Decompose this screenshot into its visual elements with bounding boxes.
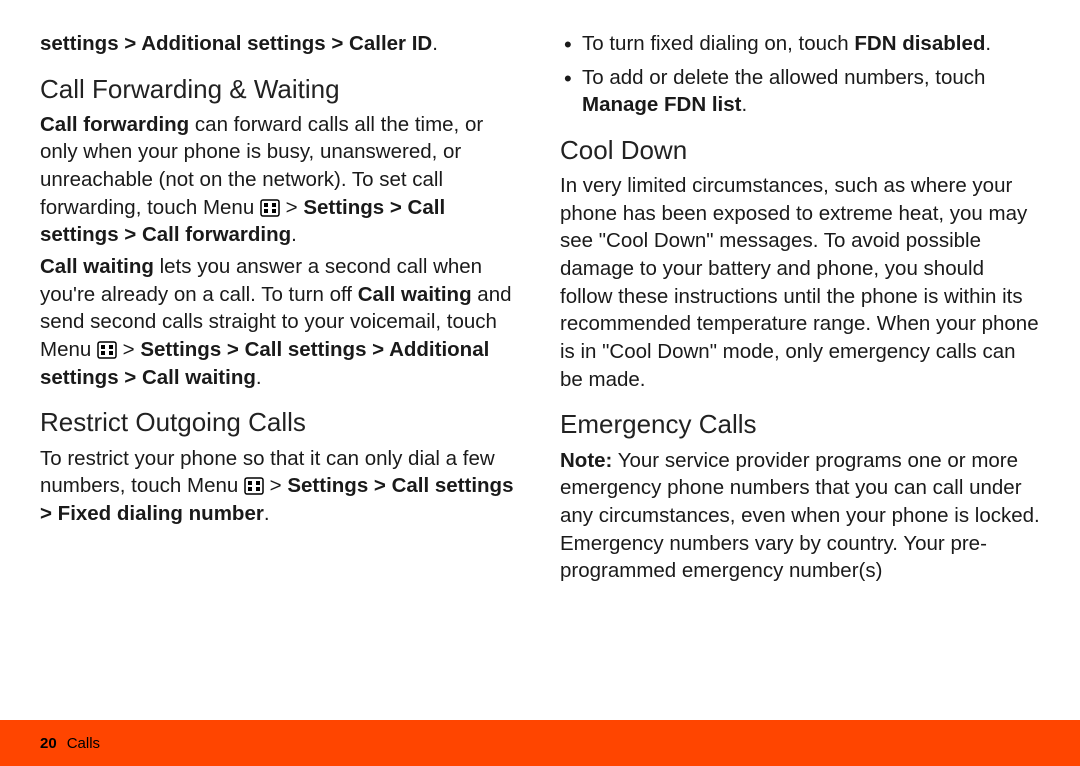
- heading-restrict-outgoing: Restrict Outgoing Calls: [40, 405, 520, 440]
- menu-icon: [260, 199, 280, 217]
- intro-bold: settings > Additional settings > Caller …: [40, 32, 432, 55]
- left-column: settings > Additional settings > Caller …: [40, 30, 520, 700]
- text: >: [280, 196, 303, 219]
- bullet-list-fdn: To turn fixed dialing on, touch FDN disa…: [560, 30, 1040, 119]
- text: To add or delete the allowed numbers, to…: [582, 66, 985, 89]
- para-emergency: Note: Your service provider programs one…: [560, 447, 1040, 585]
- list-item: To add or delete the allowed numbers, to…: [560, 64, 1040, 119]
- text: .: [291, 223, 297, 246]
- manual-page: settings > Additional settings > Caller …: [0, 0, 1080, 720]
- text: >: [117, 338, 140, 361]
- list-item: To turn fixed dialing on, touch FDN disa…: [560, 30, 1040, 58]
- text: .: [256, 366, 262, 389]
- bold-call-waiting-2: Call waiting: [358, 283, 472, 306]
- para-call-forwarding: Call forwarding can forward calls all th…: [40, 111, 520, 249]
- section-label: Calls: [67, 735, 100, 752]
- text: .: [741, 93, 747, 116]
- para-cool-down: In very limited circumstances, such as w…: [560, 172, 1040, 393]
- bold-manage-fdn: Manage FDN list: [582, 93, 741, 116]
- text: >: [264, 474, 287, 497]
- bold-note: Note:: [560, 449, 612, 472]
- menu-icon: [244, 477, 264, 495]
- heading-emergency-calls: Emergency Calls: [560, 407, 1040, 442]
- intro-text: settings > Additional settings > Caller …: [40, 30, 520, 58]
- para-restrict: To restrict your phone so that it can on…: [40, 445, 520, 528]
- text: .: [985, 32, 991, 55]
- page-number: 20: [40, 735, 57, 752]
- text: .: [264, 502, 270, 525]
- heading-call-forwarding-waiting: Call Forwarding & Waiting: [40, 72, 520, 107]
- page-footer: 20 Calls: [0, 720, 1080, 766]
- text: To turn fixed dialing on, touch: [582, 32, 854, 55]
- heading-cool-down: Cool Down: [560, 133, 1040, 168]
- right-column: To turn fixed dialing on, touch FDN disa…: [560, 30, 1040, 700]
- menu-icon: [97, 341, 117, 359]
- intro-end: .: [432, 32, 438, 55]
- bold-call-forwarding: Call forwarding: [40, 113, 189, 136]
- text: Your service provider programs one or mo…: [560, 449, 1040, 583]
- bold-fdn-disabled: FDN disabled: [854, 32, 985, 55]
- para-call-waiting: Call waiting lets you answer a second ca…: [40, 253, 520, 391]
- bold-call-waiting: Call waiting: [40, 255, 154, 278]
